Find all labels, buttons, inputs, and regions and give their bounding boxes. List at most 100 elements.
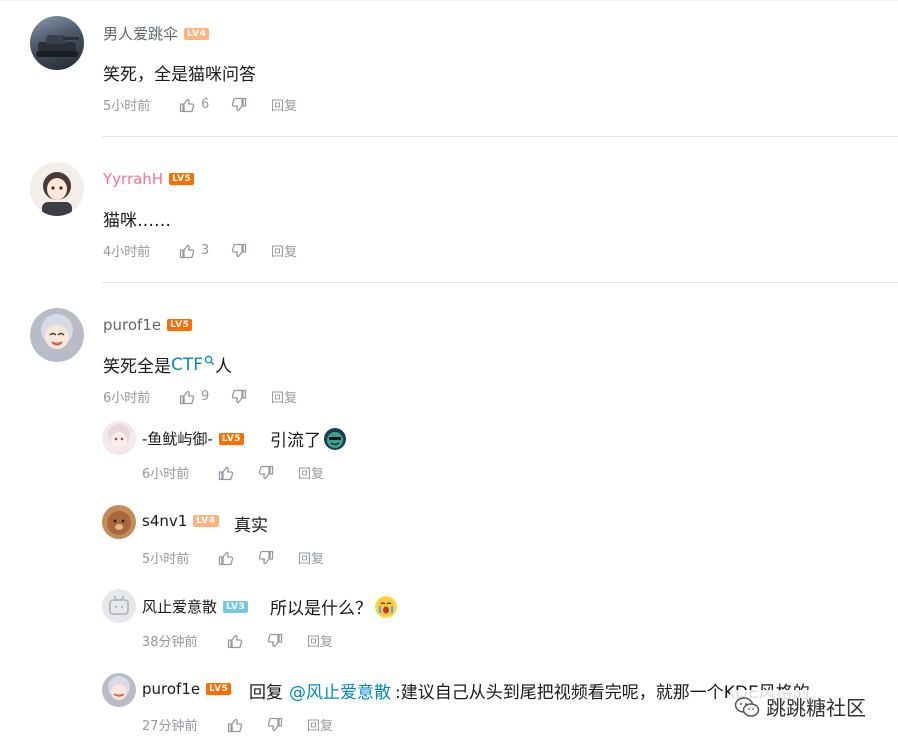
comment-meta: 4小时前 3 回复 xyxy=(103,241,297,260)
like-count: 6 xyxy=(201,97,210,112)
reply-button[interactable]: 回复 xyxy=(307,715,333,734)
avatar[interactable] xyxy=(102,421,136,455)
level-badge: LV3 xyxy=(223,600,249,613)
emoji-face-icon xyxy=(327,431,343,448)
dislike-button[interactable] xyxy=(231,389,271,405)
timestamp: 27分钟前 xyxy=(142,719,198,734)
reply-meta: 6小时前 回复 xyxy=(142,463,324,482)
avatar[interactable] xyxy=(30,308,84,362)
thumbs-down-icon xyxy=(231,243,247,257)
timestamp: 5小时前 xyxy=(103,99,151,114)
timestamp: 6小时前 xyxy=(103,391,151,406)
username-text: -鱼鱿屿御- xyxy=(142,430,213,448)
dislike-button[interactable] xyxy=(231,243,271,259)
mention-link[interactable]: @风止爱意散 xyxy=(289,678,391,703)
like-button[interactable]: 9 xyxy=(179,389,231,405)
reply-text-content: 引流了 xyxy=(270,431,321,451)
thumbs-down-icon xyxy=(231,97,247,111)
username-text: s4nv1 xyxy=(142,512,188,530)
comment-text: 笑死，全是猫咪问答 xyxy=(103,65,256,85)
like-button[interactable] xyxy=(218,550,258,566)
like-button[interactable] xyxy=(218,465,258,481)
avatar[interactable] xyxy=(102,505,136,539)
anime-girl-avatar-icon xyxy=(42,172,72,216)
dislike-button[interactable] xyxy=(258,550,298,566)
reply-meta: 27分钟前 回复 xyxy=(142,715,333,734)
username[interactable]: 风止爱意散 LV3 xyxy=(142,596,249,617)
username[interactable]: s4nv1 LV4 xyxy=(142,512,219,530)
timestamp: 6小时前 xyxy=(142,467,190,482)
like-button[interactable] xyxy=(227,717,267,733)
anime-girl-avatar-icon xyxy=(41,314,73,349)
watermark: 跳跳糖社区 xyxy=(730,690,870,723)
username[interactable]: purof1e LV5 xyxy=(103,316,193,334)
username[interactable]: YyrrahH LV5 xyxy=(103,170,195,188)
anime-girl-avatar-icon xyxy=(108,424,130,448)
username-text: 风止爱意散 xyxy=(142,598,218,616)
wechat-icon xyxy=(734,696,760,717)
username[interactable]: -鱼鱿屿御- LV5 xyxy=(142,428,245,449)
thumbs-up-icon xyxy=(179,98,195,112)
timestamp: 38分钟前 xyxy=(142,635,198,650)
username[interactable]: 男人爱跳伞 LV4 xyxy=(103,23,210,44)
thumbs-up-icon xyxy=(218,551,234,565)
reply-button[interactable]: 回复 xyxy=(298,548,324,567)
avatar[interactable] xyxy=(30,162,84,216)
thumbs-up-icon xyxy=(179,390,195,404)
comment-meta: 6小时前 9 回复 xyxy=(103,387,297,406)
bear-avatar-icon xyxy=(107,511,131,535)
comment-divider xyxy=(102,282,898,283)
like-button[interactable] xyxy=(227,633,267,649)
thumbs-up-icon xyxy=(227,634,243,648)
reply-button[interactable]: 回复 xyxy=(271,241,297,260)
comment-text-part: 笑死全是 xyxy=(103,357,171,377)
like-button[interactable]: 3 xyxy=(179,243,231,259)
thumbs-down-icon xyxy=(267,717,283,731)
reply-text-content: 所以是什么？ xyxy=(270,599,372,619)
reply-button[interactable]: 回复 xyxy=(298,463,324,482)
dislike-button[interactable] xyxy=(258,465,298,481)
reply-prefix: 回复 xyxy=(249,683,283,703)
thumbs-down-icon xyxy=(231,389,247,403)
level-badge: LV5 xyxy=(218,432,245,445)
like-button[interactable]: 6 xyxy=(179,97,231,113)
search-link-text: CTF xyxy=(171,354,204,375)
avatar[interactable] xyxy=(102,673,136,707)
anime-girl-avatar-icon xyxy=(108,676,130,700)
reply-button[interactable]: 回复 xyxy=(271,95,297,114)
dislike-button[interactable] xyxy=(267,633,307,649)
cool-face-emoji-icon xyxy=(324,427,346,450)
comment-text: 笑死全是 CTF 人 xyxy=(103,352,233,378)
like-count: 9 xyxy=(201,389,210,404)
watermark-text: 跳跳糖社区 xyxy=(766,696,866,720)
thumbs-up-icon xyxy=(218,466,234,480)
timestamp: 4小时前 xyxy=(103,245,151,260)
thumbs-down-icon xyxy=(258,465,274,479)
avatar[interactable] xyxy=(102,589,136,623)
username[interactable]: purof1e LV5 xyxy=(142,680,232,698)
thumbs-up-icon xyxy=(179,244,195,258)
reply-text: 所以是什么？ xyxy=(270,594,397,619)
crying-emoji-icon xyxy=(375,595,397,618)
reply-meta: 5小时前 回复 xyxy=(142,548,324,567)
reply-button[interactable]: 回复 xyxy=(307,631,333,650)
thumbs-up-icon xyxy=(227,718,243,732)
search-icon xyxy=(204,355,215,366)
reply-text-content: 真实 xyxy=(234,516,268,536)
emoji-face-icon xyxy=(377,597,395,616)
reply-text: 回复 @风止爱意散 :建议自己从头到尾把视频看完呢，就那一个KDE风格的 xyxy=(249,678,810,703)
dislike-button[interactable] xyxy=(231,97,271,113)
level-badge: LV5 xyxy=(169,173,195,185)
reply-button[interactable]: 回复 xyxy=(271,387,297,406)
level-badge: LV5 xyxy=(206,683,232,695)
level-badge: LV4 xyxy=(193,515,219,527)
comment-divider xyxy=(102,136,898,137)
tv-mascot-avatar-icon xyxy=(109,595,129,615)
dislike-button[interactable] xyxy=(267,717,307,733)
like-count: 3 xyxy=(201,243,210,258)
avatar[interactable] xyxy=(30,16,84,70)
search-link[interactable]: CTF xyxy=(171,355,215,375)
tank-avatar-icon xyxy=(36,35,79,57)
level-badge: LV4 xyxy=(184,27,210,40)
comment-text-part: 人 xyxy=(215,357,233,377)
